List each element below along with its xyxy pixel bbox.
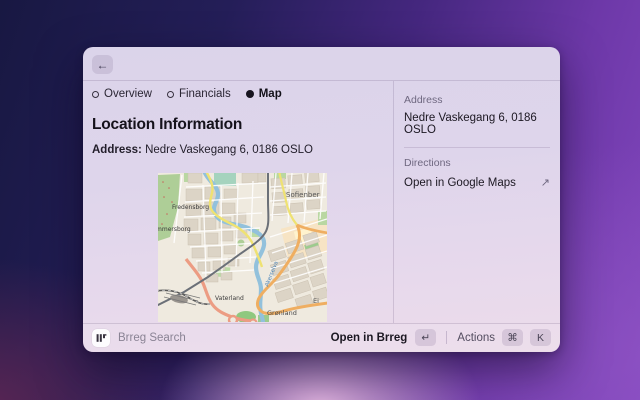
open-google-maps-action[interactable]: Open in Google Maps ↗ — [404, 176, 550, 189]
map-label-hammersborg: mmersborg — [158, 226, 191, 233]
command-key-icon: ⌘ — [502, 329, 523, 346]
footer-divider — [446, 331, 447, 344]
open-google-maps-label: Open in Google Maps — [404, 177, 516, 189]
actions-button[interactable]: Actions ⌘ K — [457, 329, 551, 346]
search-input[interactable]: Brreg Search — [118, 332, 323, 344]
back-arrow-icon: ← — [97, 58, 109, 72]
detail-panel: Address Nedre Vaskegang 6, 0186 OSLO Dir… — [393, 81, 560, 323]
map-label-sofienberg: Sofienber — [286, 191, 320, 199]
tab-financials-label: Financials — [179, 88, 231, 100]
tab-overview-label: Overview — [104, 88, 152, 100]
footer-bar: Brreg Search Open in Brreg ↵ Actions ⌘ K — [83, 323, 560, 351]
map-label-gronland: Grønland — [267, 309, 297, 317]
window-header: ← — [83, 47, 560, 81]
radio-unselected-icon — [92, 91, 99, 98]
tab-bar: Overview Financials Map — [92, 88, 393, 100]
app-window: ← Overview Financials Map Location Infor… — [83, 47, 560, 352]
k-key-icon: K — [530, 329, 551, 346]
map-label-fredensborg: Fredensborg — [172, 204, 209, 211]
main-content: Overview Financials Map Location Informa… — [83, 81, 393, 323]
back-button[interactable]: ← — [92, 55, 113, 74]
external-link-icon: ↗ — [541, 176, 550, 189]
tab-financials[interactable]: Financials — [167, 88, 231, 100]
map-image: Fredensborg mmersborg Sofienber Vaterlan… — [158, 173, 327, 322]
window-body: Overview Financials Map Location Informa… — [83, 81, 560, 323]
tab-map-label: Map — [259, 88, 282, 100]
panel-divider — [404, 147, 550, 148]
actions-label: Actions — [457, 332, 495, 344]
address-value: Nedre Vaskegang 6, 0186 OSLO — [145, 144, 313, 156]
return-key-icon[interactable]: ↵ — [415, 329, 436, 346]
open-in-brreg-button[interactable]: Open in Brreg — [331, 332, 408, 344]
address-label: Address: — [92, 144, 142, 156]
tab-overview[interactable]: Overview — [92, 88, 152, 100]
map-label-east-partial: Ei — [313, 297, 319, 305]
radio-unselected-icon — [167, 91, 174, 98]
tab-map[interactable]: Map — [246, 88, 282, 100]
map-label-vaterland: Vaterland — [215, 295, 244, 302]
radio-selected-icon — [246, 90, 254, 98]
panel-address-label: Address — [404, 94, 550, 106]
address-line: Address: Nedre Vaskegang 6, 0186 OSLO — [92, 144, 393, 156]
panel-directions-label: Directions — [404, 157, 550, 169]
page-title: Location Information — [92, 116, 393, 134]
panel-address-value: Nedre Vaskegang 6, 0186 OSLO — [404, 112, 550, 136]
brreg-logo-icon — [92, 329, 110, 347]
